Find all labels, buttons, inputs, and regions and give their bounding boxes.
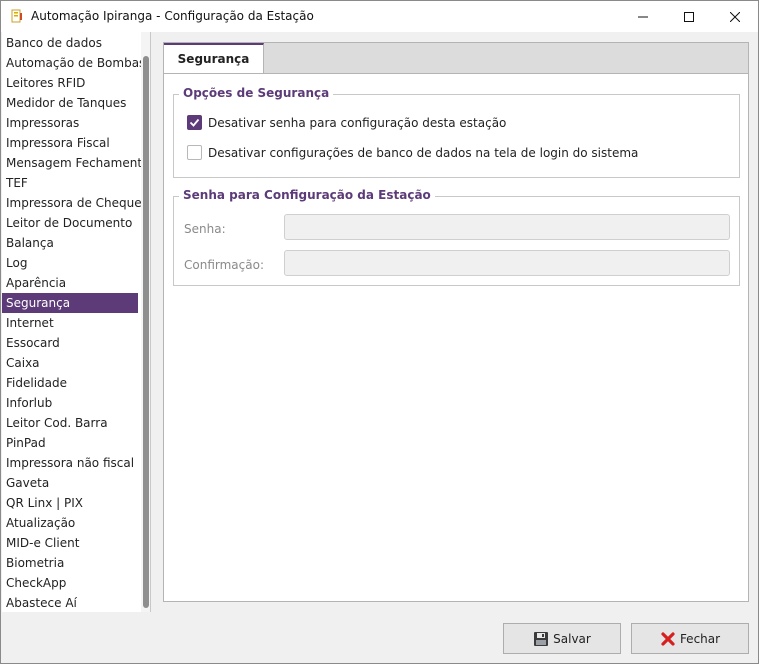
app-icon bbox=[11, 9, 22, 23]
save-button[interactable]: Salvar bbox=[503, 623, 621, 654]
close-button[interactable]: Fechar bbox=[631, 623, 749, 654]
sidebar-item[interactable]: Impressora não fiscal bbox=[2, 453, 138, 473]
sidebar-item[interactable]: Segurança bbox=[2, 293, 138, 313]
sidebar-item[interactable]: Caixa bbox=[2, 353, 138, 373]
password-label: Senha: bbox=[184, 222, 226, 236]
sidebar-item[interactable]: Automação de Bombas bbox=[2, 53, 145, 73]
content-area: Segurança Opções de Segurança Desativar … bbox=[163, 42, 749, 602]
settings-category-list: Banco de dados Automação de Bombas Leitore… bbox=[2, 32, 151, 612]
sidebar-item[interactable]: Biometria bbox=[2, 553, 138, 573]
sidebar-item[interactable]: Leitor de Documento bbox=[2, 213, 138, 233]
tab-panel: Opções de Segurança Desativar senha para… bbox=[163, 73, 749, 602]
sidebar-item[interactable]: Medidor de Tanques bbox=[2, 93, 138, 113]
group-title: Opções de Segurança bbox=[179, 86, 334, 100]
password-input[interactable] bbox=[284, 214, 730, 240]
sidebar-item[interactable]: Leitores RFID bbox=[2, 73, 138, 93]
checkbox-label[interactable]: Desativar senha para configuração desta … bbox=[208, 116, 506, 130]
sidebar-item[interactable]: QR Linx | PIX bbox=[2, 493, 138, 513]
tab-strip: Segurança bbox=[163, 42, 749, 75]
sidebar-item[interactable]: Mensagem Fechamento bbox=[2, 153, 149, 173]
sidebar-item[interactable]: Essocard bbox=[2, 333, 138, 353]
tab-seguranca[interactable]: Segurança bbox=[164, 43, 264, 75]
close-button-label: Fechar bbox=[679, 631, 721, 646]
maximize-button[interactable] bbox=[666, 1, 712, 32]
scrollbar-thumb[interactable] bbox=[143, 56, 149, 608]
main-window: Automação Ipiranga - Configuração da Est… bbox=[0, 0, 759, 664]
disable-station-password-checkbox[interactable] bbox=[187, 115, 202, 130]
minimize-button[interactable] bbox=[620, 1, 666, 32]
sidebar-item[interactable]: Balança bbox=[2, 233, 138, 253]
sidebar-item[interactable]: PinPad bbox=[2, 433, 138, 453]
station-password-group: Senha para Configuração da Estação Senha… bbox=[173, 188, 740, 286]
maximize-icon bbox=[684, 11, 694, 22]
sidebar-item[interactable]: Abastece Aí bbox=[2, 593, 138, 612]
confirm-label: Confirmação: bbox=[184, 258, 264, 272]
checkbox-label[interactable]: Desativar configurações de banco de dado… bbox=[208, 146, 638, 160]
sidebar-item[interactable]: Inforlub bbox=[2, 393, 138, 413]
sidebar-item[interactable]: Impressora de Cheque bbox=[2, 193, 142, 213]
group-title: Senha para Configuração da Estação bbox=[179, 188, 435, 202]
sidebar-item[interactable]: Internet bbox=[2, 313, 138, 333]
sidebar-item[interactable]: MID-e Client bbox=[2, 533, 138, 553]
sidebar-item[interactable]: Impressoras bbox=[2, 113, 138, 133]
sidebar-item[interactable]: Atualização bbox=[2, 513, 138, 533]
sidebar-item[interactable]: Gaveta bbox=[2, 473, 138, 493]
floppy-disk-icon bbox=[534, 631, 549, 646]
window-title: Automação Ipiranga - Configuração da Est… bbox=[31, 9, 314, 23]
red-x-icon bbox=[661, 631, 675, 646]
minimize-icon bbox=[638, 16, 648, 17]
sidebar-item[interactable]: Aparência bbox=[2, 273, 138, 293]
sidebar-item[interactable]: CheckApp bbox=[2, 573, 138, 593]
security-options-group: Opções de Segurança Desativar senha para… bbox=[173, 86, 740, 178]
sidebar-item[interactable]: Log bbox=[2, 253, 138, 273]
sidebar-scrollbar[interactable] bbox=[141, 32, 150, 612]
close-icon bbox=[730, 11, 740, 22]
sidebar-item[interactable]: Leitor Cod. Barra bbox=[2, 413, 138, 433]
sidebar-item[interactable]: Fidelidade bbox=[2, 373, 138, 393]
sidebar-item[interactable]: TEF bbox=[2, 173, 138, 193]
disable-db-config-checkbox[interactable] bbox=[187, 145, 202, 160]
title-bar[interactable]: Automação Ipiranga - Configuração da Est… bbox=[1, 1, 758, 32]
close-window-button[interactable] bbox=[712, 1, 758, 32]
checkmark-icon bbox=[189, 118, 200, 127]
sidebar-item[interactable]: Impressora Fiscal bbox=[2, 133, 138, 153]
save-button-label: Salvar bbox=[553, 631, 591, 646]
sidebar-item[interactable]: Banco de dados bbox=[2, 33, 138, 53]
confirm-password-input[interactable] bbox=[284, 250, 730, 276]
